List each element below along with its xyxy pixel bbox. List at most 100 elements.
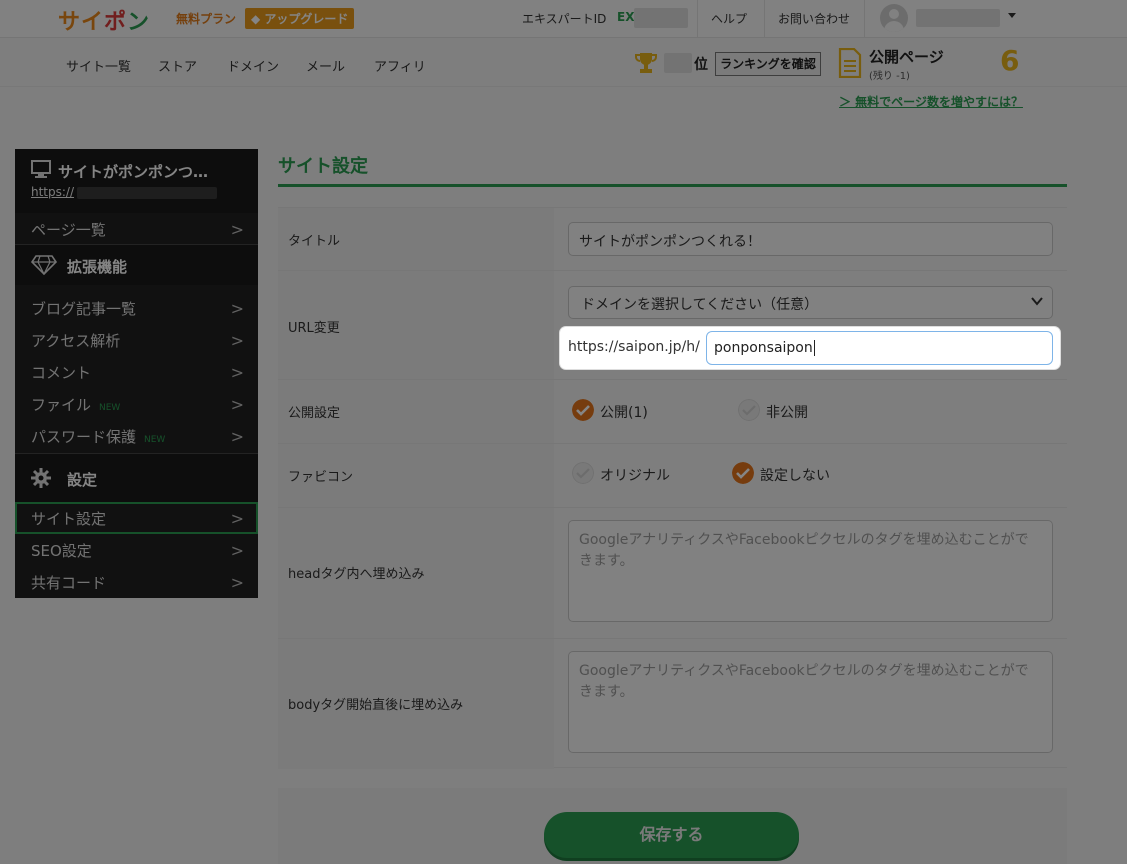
form-row-public: 公開設定 [278, 379, 1067, 443]
nav-affiliate[interactable]: アフィリ [374, 56, 426, 75]
chevron-right-icon: > [230, 541, 244, 560]
check-circle-icon [572, 462, 594, 484]
nav-domain[interactable]: ドメイン [227, 56, 279, 75]
diamond-icon: ◆ [251, 12, 265, 26]
chevron-right-icon: > [230, 573, 244, 592]
logo-part1: サイ [58, 10, 105, 35]
monitor-icon [31, 160, 51, 178]
sidebar-item-label: ページ一覧 [31, 221, 106, 239]
nav-sites[interactable]: サイト一覧 [66, 56, 131, 75]
page-title: サイト設定 [278, 156, 368, 177]
increase-pages-link[interactable]: ＞ 無料でページ数を増やすには？ [839, 93, 1023, 110]
form-label: 公開設定 [278, 380, 554, 443]
sidebar: サイトがポンポンつ… https:// ページ一覧 > 拡張機能 ブログ記事一覧 >… [15, 149, 258, 598]
sidebar-item-label: パスワード保護 [31, 428, 137, 446]
nav-store[interactable]: ストア [158, 56, 197, 75]
sidebar-section-extensions: 拡張機能 [15, 245, 258, 285]
contact-link[interactable]: お問い合わせ [778, 10, 850, 27]
published-pages-count: 6 [1000, 44, 1020, 77]
url-label: URL変更 [288, 321, 340, 336]
sidebar-item-label: 共有コード [31, 574, 107, 592]
rank-suffix: 位 [694, 57, 708, 73]
upgrade-label: アップグレード [264, 12, 349, 26]
logo-part2: ポ [104, 10, 128, 35]
logo-part3: ン [127, 10, 151, 35]
help-link[interactable]: ヘルプ [711, 10, 747, 27]
trophy-icon [635, 53, 657, 73]
public-label: 公開設定 [288, 406, 341, 421]
sidebar-item-blog[interactable]: ブログ記事一覧 > [15, 292, 258, 324]
published-pages-title: 公開ページ [869, 48, 944, 66]
body-tag-textarea[interactable]: GoogleアナリティクスやFacebookピクセルのタグを埋め込むことができま… [568, 651, 1053, 753]
sidebar-item-label: ブログ記事一覧 [31, 300, 137, 318]
url-path-value: ponponsaipon [714, 340, 813, 356]
new-badge: NEW [144, 435, 166, 445]
favicon-label: ファビコン [288, 470, 354, 485]
chevron-right-icon: > [230, 395, 244, 414]
new-badge: NEW [99, 403, 121, 413]
expert-id-blurred [634, 8, 688, 28]
sidebar-site-title: サイトがポンポンつ… [58, 163, 209, 181]
radio-label: 公開(1) [600, 405, 648, 421]
expert-id-prefix: EX [617, 10, 635, 24]
saipon-logo[interactable]: サイポン [58, 4, 150, 36]
sidebar-item-password[interactable]: パスワード保護 NEW > [15, 420, 258, 452]
sidebar-item-label: コメント [31, 364, 92, 382]
form-label: headタグ内へ埋め込み [278, 508, 554, 638]
nav-mail[interactable]: メール [306, 56, 345, 75]
form-row-favicon: ファビコン [278, 443, 1067, 507]
sidebar-item-pages[interactable]: ページ一覧 > [15, 213, 258, 245]
rank-blurred [664, 53, 692, 73]
ranking-button[interactable]: ランキングを確認 [715, 52, 821, 76]
url-path-input[interactable]: ponponsaipon [706, 331, 1053, 365]
title-input[interactable]: サイトがポンポンつくれる！ [568, 222, 1053, 256]
username-blurred[interactable] [916, 9, 1000, 27]
sidebar-site-url[interactable]: https:// [31, 185, 74, 199]
form-label: URL変更 [278, 271, 554, 379]
user-avatar-icon[interactable] [880, 4, 908, 32]
url-prefix: https://saipon.jp/h/ [568, 339, 700, 355]
plan-label: 無料プラン [176, 12, 237, 26]
save-button[interactable]: 保存する [544, 812, 799, 858]
upgrade-button[interactable]: ◆ アップグレード [245, 8, 355, 29]
chevron-right-icon: > [230, 427, 244, 446]
sidebar-item-comments[interactable]: コメント > [15, 356, 258, 388]
title-underline [278, 184, 1067, 187]
form-label: ファビコン [278, 444, 554, 507]
radio-label: オリジナル [600, 468, 670, 484]
head-tag-textarea[interactable]: GoogleアナリティクスやFacebookピクセルのタグを埋め込むことができま… [568, 520, 1053, 622]
chevron-right-icon: > [230, 299, 244, 318]
sidebar-item-label: サイト設定 [31, 510, 107, 528]
sidebar-item-site-settings[interactable]: サイト設定 > [15, 502, 258, 534]
sidebar-item-analytics[interactable]: アクセス解析 > [15, 324, 258, 356]
chevron-right-icon: > [230, 363, 244, 382]
chevron-right-icon: > [230, 331, 244, 350]
sidebar-item-label: アクセス解析 [31, 332, 121, 350]
sidebar-site-header: サイトがポンポンつ… https:// [15, 149, 258, 213]
form-label: タイトル [278, 208, 554, 270]
sidebar-item-files[interactable]: ファイル NEW > [15, 388, 258, 420]
top-header: サイポン 無料プラン ◆ アップグレード エキスパートID EX ヘルプ お問い… [0, 0, 1127, 38]
domain-select[interactable]: ドメインを選択してください（任意） [568, 286, 1053, 319]
sidebar-item-seo[interactable]: SEO設定 > [15, 534, 258, 566]
chevron-down-icon[interactable] [1030, 294, 1044, 308]
header-divider [764, 0, 765, 38]
sidebar-item-shared-code[interactable]: 共有コード > [15, 566, 258, 598]
radio-label: 設定しない [760, 468, 830, 484]
radio-label: 非公開 [766, 405, 808, 421]
header-divider [864, 0, 865, 38]
sidebar-section-label: 拡張機能 [67, 258, 128, 276]
chevron-right-icon: > [230, 509, 244, 528]
diamond-icon [31, 255, 57, 275]
sidebar-item-label: ファイル [31, 396, 92, 414]
check-circle-icon [572, 399, 594, 421]
body-label: bodyタグ開始直後に埋め込み [288, 698, 464, 713]
check-circle-icon [732, 462, 754, 484]
chevron-down-icon[interactable] [1008, 13, 1016, 18]
document-icon [838, 48, 862, 78]
sidebar-section-label: 設定 [67, 471, 98, 489]
chevron-right-icon: > [230, 220, 244, 239]
published-pages-remaining: (残り -1) [869, 71, 910, 82]
title-label: タイトル [288, 234, 341, 249]
expert-id-label: エキスパートID [522, 12, 607, 26]
